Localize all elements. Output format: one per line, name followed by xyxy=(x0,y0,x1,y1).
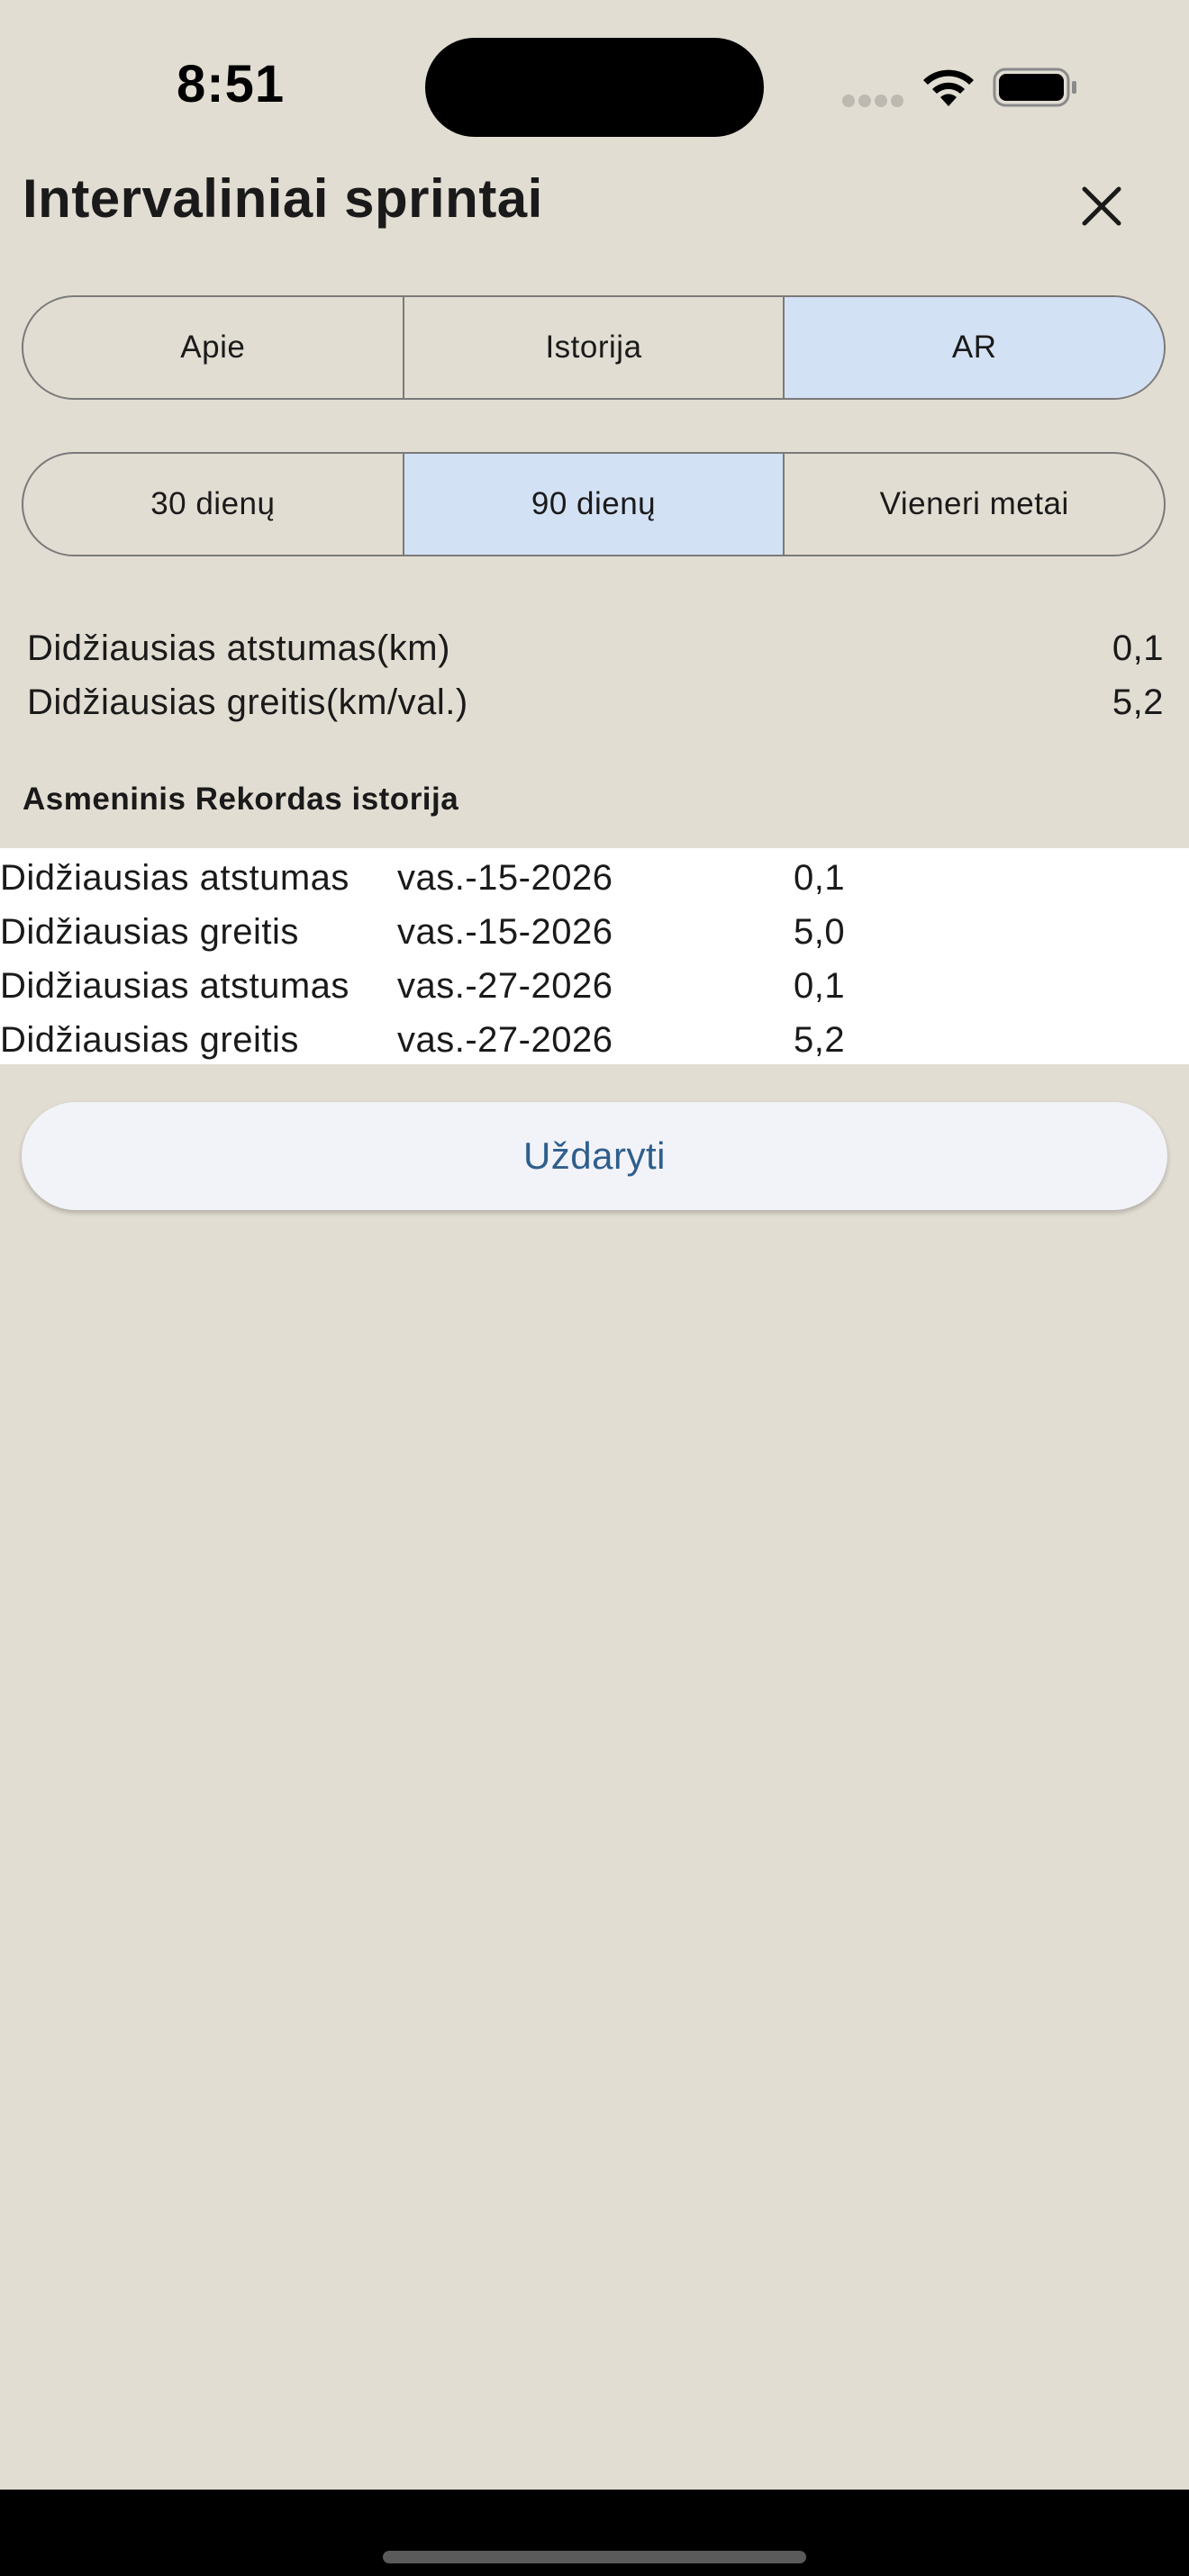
home-indicator[interactable] xyxy=(383,2551,806,2563)
table-row: Didžiausias atstumas vas.-27-2026 0,1 xyxy=(0,959,1189,1013)
record-value: 0,1 xyxy=(794,858,846,898)
record-date: vas.-15-2026 xyxy=(397,858,613,898)
summary-row-max-speed: Didžiausias greitis(km/val.) 5,2 xyxy=(27,675,1164,729)
record-value: 5,2 xyxy=(794,1020,846,1060)
history-heading: Asmeninis Rekordas istorija xyxy=(23,782,459,817)
record-name: Didžiausias atstumas xyxy=(0,858,349,898)
record-date: vas.-27-2026 xyxy=(397,1020,613,1060)
summary-label: Didžiausias atstumas(km) xyxy=(27,628,450,668)
range-segmented-control: 30 dienų 90 dienų Vieneri metai xyxy=(22,452,1166,556)
history-table: Didžiausias atstumas vas.-15-2026 0,1 Di… xyxy=(0,848,1189,1064)
summary-label: Didžiausias greitis(km/val.) xyxy=(27,682,468,722)
close-button[interactable] xyxy=(1063,167,1140,245)
cellular-signal-icon xyxy=(842,94,907,107)
battery-icon xyxy=(993,68,1076,107)
tab-apie[interactable]: Apie xyxy=(23,297,403,398)
tab-segmented-control: Apie Istorija AR xyxy=(22,295,1166,400)
table-row: Didžiausias greitis vas.-15-2026 5,0 xyxy=(0,905,1189,959)
range-one-year[interactable]: Vieneri metai xyxy=(783,454,1164,555)
summary-row-max-distance: Didžiausias atstumas(km) 0,1 xyxy=(27,621,1164,675)
record-name: Didžiausias greitis xyxy=(0,912,299,952)
status-bar: 8:51 xyxy=(0,0,1189,171)
wifi-icon xyxy=(923,69,974,106)
table-row: Didžiausias greitis vas.-27-2026 5,2 xyxy=(0,1013,1189,1067)
summary-value: 0,1 xyxy=(1112,628,1164,668)
record-value: 5,0 xyxy=(794,912,846,952)
record-value: 0,1 xyxy=(794,966,846,1006)
page-title: Intervaliniai sprintai xyxy=(23,168,543,229)
record-date: vas.-27-2026 xyxy=(397,966,613,1006)
record-name: Didžiausias atstumas xyxy=(0,966,349,1006)
range-30-days[interactable]: 30 dienų xyxy=(23,454,403,555)
record-date: vas.-15-2026 xyxy=(397,912,613,952)
tab-ar[interactable]: AR xyxy=(783,297,1164,398)
summary-value: 5,2 xyxy=(1112,682,1164,722)
status-time: 8:51 xyxy=(177,55,286,113)
close-x-icon xyxy=(1082,186,1121,226)
table-row: Didžiausias atstumas vas.-15-2026 0,1 xyxy=(0,851,1189,905)
range-90-days[interactable]: 90 dienų xyxy=(402,454,784,555)
dynamic-island xyxy=(425,38,764,137)
record-name: Didžiausias greitis xyxy=(0,1020,299,1060)
dismiss-button[interactable]: Uždaryti xyxy=(22,1102,1167,1210)
tab-istorija[interactable]: Istorija xyxy=(402,297,784,398)
records-summary: Didžiausias atstumas(km) 0,1 Didžiausias… xyxy=(27,621,1164,729)
